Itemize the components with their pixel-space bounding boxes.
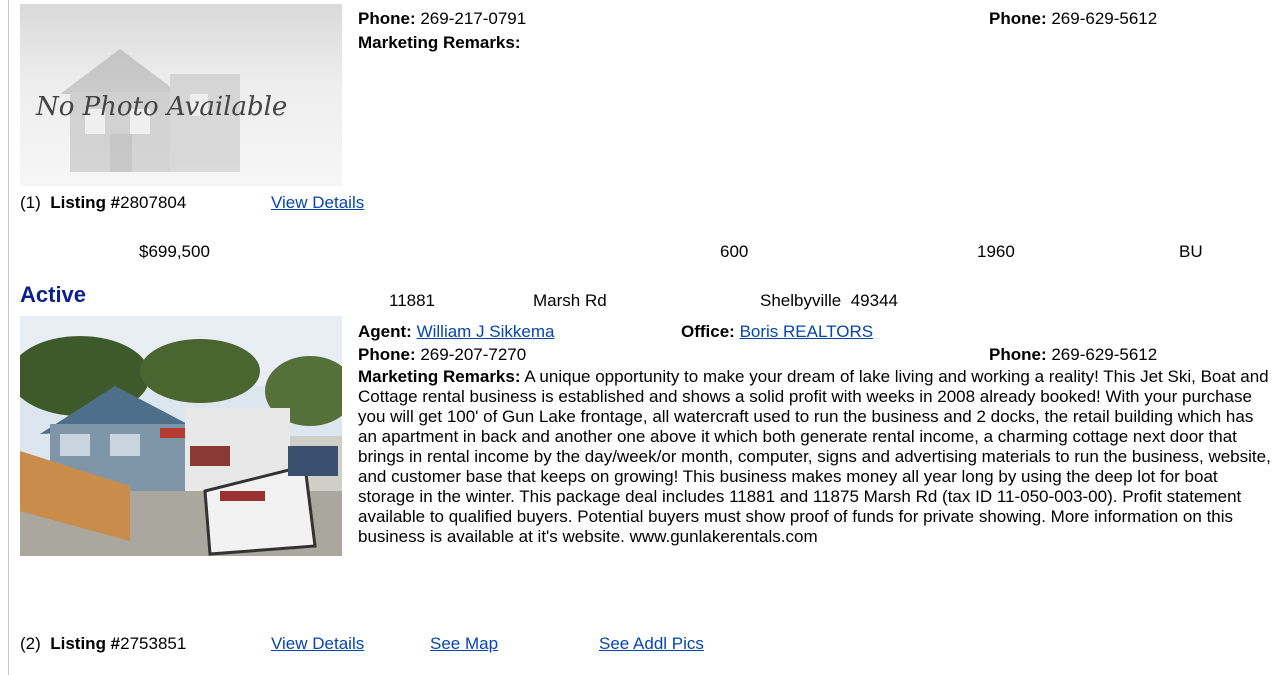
office-row: Office: Boris REALTORS [681, 322, 873, 342]
marketing-remarks-row: Marketing Remarks: [358, 33, 521, 53]
agent-phone-row: Phone: 269-207-7270 [358, 345, 526, 365]
price: $699,500 [139, 242, 210, 261]
see-map-link[interactable]: See Map [430, 634, 498, 654]
agent-phone-label: Phone: [358, 9, 416, 28]
agent-phone-label: Phone: [358, 345, 416, 364]
office-phone-row: Phone: 269-629-5612 [989, 9, 1157, 29]
page-left-border [8, 0, 9, 675]
city-zip: Shelbyville 49344 [760, 291, 898, 310]
no-photo-placeholder: No Photo Available [20, 4, 342, 186]
view-details-link[interactable]: View Details [271, 193, 364, 213]
listing-number-value: 2753851 [120, 634, 187, 653]
office-phone-label: Phone: [989, 9, 1047, 28]
office-phone-label: Phone: [989, 345, 1047, 364]
agent-phone-value: 269-217-0791 [420, 9, 527, 28]
marketing-remarks: Marketing Remarks: A unique opportunity … [358, 367, 1273, 547]
property-type: BU [1179, 242, 1203, 261]
see-addl-pics-link[interactable]: See Addl Pics [599, 634, 704, 654]
agent-phone-value: 269-207-7270 [420, 345, 527, 364]
listing-number-row: (1) Listing #2807804 [20, 193, 186, 213]
marketing-remarks-label: Marketing Remarks: [358, 33, 521, 52]
view-details-link[interactable]: View Details [271, 634, 364, 654]
listing-index: (2) [20, 634, 41, 653]
listing-index: (1) [20, 193, 41, 212]
agent-name-link[interactable]: William J Sikkema [417, 322, 555, 341]
property-photo-image [20, 316, 342, 556]
listing-number-label: Listing # [50, 193, 121, 212]
marketing-remarks-label: Marketing Remarks: [358, 367, 521, 386]
status-label: Active [20, 282, 87, 307]
office-name-link[interactable]: Boris REALTORS [740, 322, 874, 341]
no-photo-text: No Photo Available [36, 92, 288, 122]
listing-number-value: 2807804 [120, 193, 187, 212]
street-number: 11881 [389, 291, 436, 310]
office-label: Office: [681, 322, 735, 341]
listing-number-label: Listing # [50, 634, 121, 653]
office-phone-row: Phone: 269-629-5612 [989, 345, 1157, 365]
street-name: Marsh Rd [533, 291, 607, 310]
listing-photo [20, 316, 342, 556]
year-built: 1960 [977, 242, 1015, 261]
square-feet: 600 [720, 242, 749, 261]
office-phone-value: 269-629-5612 [1051, 345, 1158, 364]
agent-row: Agent: William J Sikkema [358, 322, 554, 342]
agent-label: Agent: [358, 322, 412, 341]
agent-phone-row: Phone: 269-217-0791 [358, 9, 526, 29]
office-phone-value: 269-629-5612 [1051, 9, 1158, 28]
marketing-remarks-text: A unique opportunity to make your dream … [358, 367, 1271, 546]
listing-number-row: (2) Listing #2753851 [20, 634, 186, 654]
